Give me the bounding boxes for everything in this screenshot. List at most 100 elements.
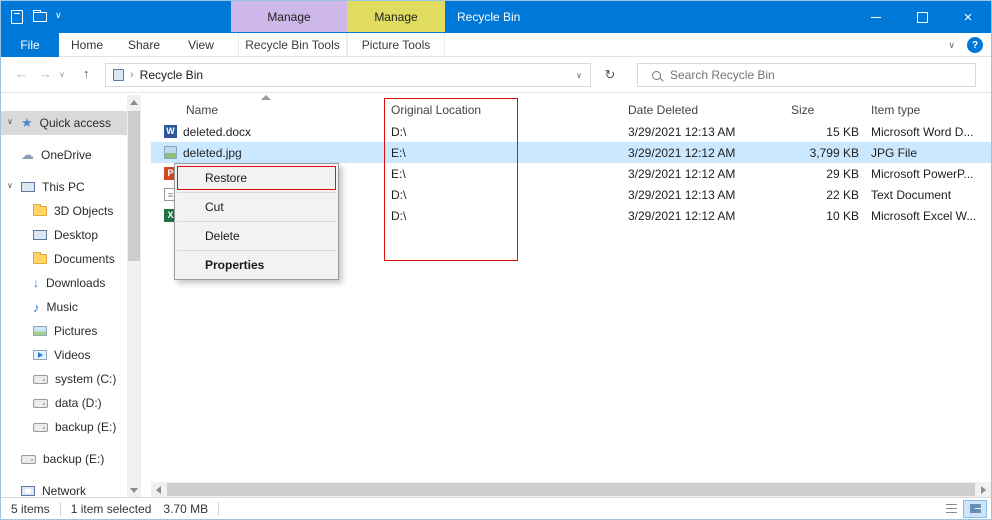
selection-size: 3.70 MB	[161, 502, 218, 516]
close-button[interactable]: ×	[945, 1, 991, 33]
search-input[interactable]	[670, 68, 975, 82]
item-count: 5 items	[1, 502, 60, 516]
status-divider	[218, 502, 219, 516]
ribbon-collapse-chevron-icon[interactable]: ∨	[948, 40, 955, 51]
sidebar-item-quick-access[interactable]: ∨ Quick access	[1, 111, 127, 135]
tab-file[interactable]: File	[1, 33, 59, 57]
network-icon	[21, 486, 35, 496]
tab-view[interactable]: View	[173, 33, 229, 57]
horizontal-scrollbar[interactable]	[151, 482, 991, 497]
column-headers: Name Original Location Date Deleted Size…	[151, 99, 991, 121]
thumbnails-view-icon	[970, 504, 981, 513]
computer-icon	[21, 182, 35, 192]
title-bar: ∨ Manage Manage Recycle Bin ×	[1, 1, 991, 33]
music-icon	[33, 300, 40, 315]
menu-item-properties[interactable]: Properties	[175, 253, 338, 277]
menu-item-delete[interactable]: Delete	[175, 224, 338, 248]
chevron-down-icon[interactable]: ∨	[7, 181, 13, 190]
menu-separator	[177, 250, 336, 251]
folder-icon	[33, 206, 47, 216]
column-header-original-location[interactable]: Original Location	[379, 103, 621, 117]
selection-count: 1 item selected	[61, 502, 162, 516]
pictures-icon	[33, 326, 47, 336]
drive-icon	[33, 399, 48, 408]
star-icon	[21, 115, 33, 131]
sidebar-item-music[interactable]: Music	[1, 295, 127, 319]
tab-share[interactable]: Share	[115, 33, 173, 57]
drive-icon	[21, 455, 36, 464]
navigation-toolbar: ← → ∨ ↑ › Recycle Bin ∨ ↻	[1, 57, 991, 93]
sidebar-item-system-c[interactable]: system (C:)	[1, 367, 127, 391]
window-title: Recycle Bin	[457, 1, 520, 33]
view-toggles	[939, 500, 987, 518]
history-chevron-icon[interactable]: ∨	[59, 70, 65, 79]
menu-separator	[177, 192, 336, 193]
file-list: Name Original Location Date Deleted Size…	[151, 93, 991, 499]
search-box[interactable]	[637, 63, 976, 87]
scrollbar-thumb[interactable]	[128, 111, 140, 261]
refresh-button[interactable]: ↻	[595, 63, 625, 87]
menu-item-cut[interactable]: Cut	[175, 195, 338, 219]
details-view-button[interactable]	[939, 500, 963, 518]
drive-icon	[33, 375, 48, 384]
forward-button[interactable]: →	[39, 66, 52, 81]
sidebar-item-documents[interactable]: Documents	[1, 247, 127, 271]
tab-home[interactable]: Home	[59, 33, 115, 57]
scroll-left-arrow-icon[interactable]	[151, 482, 166, 497]
quick-access-toolbar-chevron-icon[interactable]: ∨	[55, 10, 62, 21]
context-menu: Restore Cut Delete Properties	[174, 163, 339, 280]
menu-item-restore[interactable]: Restore	[175, 166, 338, 190]
column-header-size[interactable]: Size	[786, 103, 864, 117]
tab-picture-tools[interactable]: Picture Tools	[347, 33, 445, 57]
sidebar-item-this-pc[interactable]: ∨ This PC	[1, 175, 127, 199]
downloads-icon	[33, 276, 39, 290]
desktop-icon	[33, 230, 47, 240]
tab-group-picture-tools[interactable]: Manage	[347, 1, 445, 32]
column-header-item-type[interactable]: Item type	[864, 103, 991, 117]
explorer-window: ∨ Manage Manage Recycle Bin × File Home …	[0, 0, 992, 520]
help-icon[interactable]: ?	[967, 37, 983, 53]
navigation-pane: ∨ Quick access OneDrive ∨ This PC 3D Obj…	[1, 93, 127, 499]
thumbnails-view-button[interactable]	[963, 500, 987, 518]
scrollbar-thumb[interactable]	[167, 483, 975, 496]
breadcrumb[interactable]: Recycle Bin	[140, 68, 576, 82]
address-dropdown-chevron-icon[interactable]: ∨	[576, 71, 582, 80]
chevron-down-icon[interactable]: ∨	[7, 117, 13, 126]
sidebar-item-data-d[interactable]: data (D:)	[1, 391, 127, 415]
search-icon	[652, 71, 661, 80]
sidebar-item-network[interactable]: Network	[1, 479, 127, 499]
content-area: ∨ Quick access OneDrive ∨ This PC 3D Obj…	[1, 93, 991, 499]
word-file-icon	[164, 125, 177, 138]
quick-access-toolbar-folder-icon[interactable]	[33, 12, 47, 22]
sidebar-item-onedrive[interactable]: OneDrive	[1, 143, 127, 167]
scroll-down-arrow-icon[interactable]	[127, 483, 141, 497]
sidebar-item-downloads[interactable]: Downloads	[1, 271, 127, 295]
file-row-deleted-docx[interactable]: deleted.docx D:\ 3/29/2021 12:13 AM 15 K…	[151, 121, 991, 142]
sidebar-item-3d-objects[interactable]: 3D Objects	[1, 199, 127, 223]
sidebar-item-pictures[interactable]: Pictures	[1, 319, 127, 343]
column-header-date-deleted[interactable]: Date Deleted	[621, 103, 786, 117]
scroll-right-arrow-icon[interactable]	[976, 482, 991, 497]
address-bar[interactable]: › Recycle Bin ∨	[105, 63, 591, 87]
sort-ascending-caret-icon[interactable]	[261, 95, 271, 100]
sidebar-item-backup-e[interactable]: backup (E:)	[1, 415, 127, 439]
back-button[interactable]: ←	[15, 66, 28, 81]
documents-icon	[33, 254, 47, 264]
tab-group-recycle-bin-tools[interactable]: Manage	[231, 1, 347, 32]
tab-recycle-bin-tools[interactable]: Recycle Bin Tools	[238, 33, 347, 57]
sidebar-item-backup-e-drive[interactable]: backup (E:)	[1, 447, 127, 471]
sidebar-item-videos[interactable]: Videos	[1, 343, 127, 367]
sidebar-item-desktop[interactable]: Desktop	[1, 223, 127, 247]
minimize-button[interactable]	[853, 1, 899, 33]
scroll-up-arrow-icon[interactable]	[127, 95, 141, 109]
column-header-name[interactable]: Name	[151, 103, 379, 117]
recycle-bin-breadcrumb-icon	[113, 69, 124, 81]
breadcrumb-separator-icon: ›	[130, 69, 134, 81]
sidebar-scrollbar[interactable]	[127, 95, 141, 497]
status-bar: 5 items 1 item selected 3.70 MB	[1, 497, 991, 519]
menu-separator	[177, 221, 336, 222]
up-button[interactable]: ↑	[83, 66, 90, 81]
file-row-deleted-jpg-selected[interactable]: deleted.jpg E:\ 3/29/2021 12:12 AM 3,799…	[151, 142, 991, 163]
maximize-button[interactable]	[899, 1, 945, 33]
videos-icon	[33, 350, 47, 360]
